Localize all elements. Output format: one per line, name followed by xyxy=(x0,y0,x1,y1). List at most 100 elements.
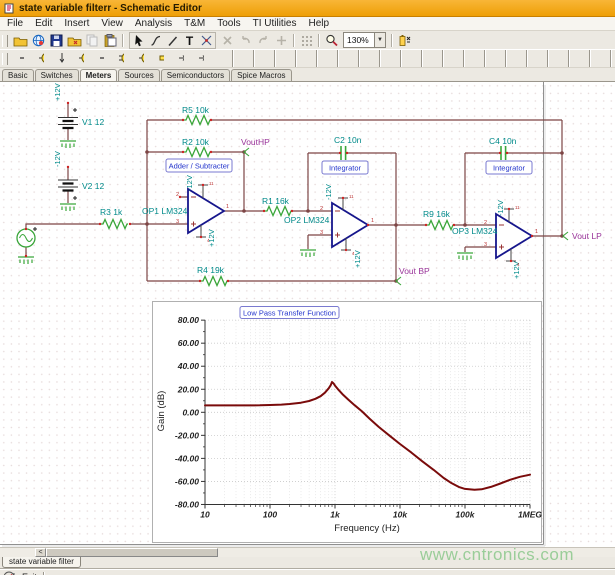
opamp-op1[interactable] xyxy=(188,185,224,237)
svg-text:40.00: 40.00 xyxy=(177,361,200,371)
grid-toggle-button[interactable] xyxy=(298,33,315,48)
menu-tm[interactable]: T&M xyxy=(184,18,205,29)
voltage-pin-icon xyxy=(18,51,24,65)
toolbar-separator xyxy=(122,34,124,47)
cross-wire-button[interactable] xyxy=(198,33,215,48)
resistor[interactable] xyxy=(200,277,228,286)
output-t-icon: T xyxy=(178,51,184,65)
zoom-level-select[interactable]: 130% ▼ xyxy=(343,32,386,48)
zoom-tool-button[interactable] xyxy=(323,33,340,48)
ohmmeter-icon xyxy=(138,51,144,65)
edit-tool-group: T xyxy=(129,32,216,49)
open-button[interactable] xyxy=(12,33,29,48)
text-icon: T xyxy=(183,34,196,47)
svg-text:1: 1 xyxy=(371,218,374,224)
connection-dots xyxy=(25,102,564,283)
svg-text:100: 100 xyxy=(263,509,277,519)
ohmmeter-button[interactable] xyxy=(131,50,151,66)
component-toolbar: T S xyxy=(0,49,615,67)
scrollbar-thumb[interactable] xyxy=(46,548,218,557)
tab-semiconductors[interactable]: Semiconductors xyxy=(161,69,230,81)
svg-text:3: 3 xyxy=(176,219,179,225)
tab-spice-macros[interactable]: Spice Macros xyxy=(231,69,291,81)
schematic-canvas[interactable]: V1 12 V2 12 R5 10k R2 10k R3 1k R1 16k R… xyxy=(0,81,615,547)
delete-icon xyxy=(221,34,234,47)
speaker-button[interactable] xyxy=(151,50,171,66)
scroll-left-button[interactable]: < xyxy=(35,548,46,557)
node-labels: VoutHP Vout BP Vout LP xyxy=(241,137,602,276)
sheet-tab-state-variable-filter[interactable]: state variable filter xyxy=(2,557,81,568)
resistor[interactable] xyxy=(100,220,128,229)
tab-sources[interactable]: Sources xyxy=(118,69,159,81)
menu-help[interactable]: Help xyxy=(309,18,330,29)
menu-edit[interactable]: Edit xyxy=(35,18,52,29)
wires[interactable] xyxy=(26,103,562,281)
menu-view[interactable]: View xyxy=(101,18,123,29)
cursor-tool-button[interactable] xyxy=(130,33,147,48)
output-t-button[interactable]: T xyxy=(171,50,191,66)
label-op3: OP3 LM324 xyxy=(452,226,498,236)
text-tool-button[interactable]: T xyxy=(181,33,198,48)
tab-basic[interactable]: Basic xyxy=(2,69,34,81)
power-rail-labels: +12V -12V -12V +12V -12V +12V -12V +12V xyxy=(53,83,521,279)
voltmeter-button[interactable] xyxy=(31,50,51,66)
tab-meters[interactable]: Meters xyxy=(80,69,118,81)
menu-file[interactable]: File xyxy=(7,18,23,29)
tab-switches[interactable]: Switches xyxy=(35,69,79,81)
label-r5: R5 10k xyxy=(182,105,210,115)
menu-insert[interactable]: Insert xyxy=(64,18,89,29)
voltage-source[interactable] xyxy=(17,227,37,264)
resistor[interactable] xyxy=(183,148,211,157)
svg-text:T: T xyxy=(186,34,194,47)
interactive-mode-button[interactable] xyxy=(396,33,413,48)
ground-symbol xyxy=(300,250,316,257)
title-bar: state variable filterr - Schematic Edito… xyxy=(0,0,615,17)
svg-text:-80.00: -80.00 xyxy=(175,499,199,509)
svg-text:10: 10 xyxy=(200,509,210,519)
import-button[interactable] xyxy=(66,33,83,48)
zoom-dropdown-button[interactable]: ▼ xyxy=(374,33,385,47)
ammeter-button[interactable] xyxy=(71,50,91,66)
copy-button[interactable] xyxy=(84,33,101,48)
chart-panel: -80.00-60.00-40.00-20.000.0020.0040.0060… xyxy=(153,302,543,543)
chart-title: Low Pass Transfer Function xyxy=(243,309,336,318)
integrator2-label: Integrator xyxy=(493,164,526,173)
menu-analysis[interactable]: Analysis xyxy=(135,18,172,29)
label-v1: V1 12 xyxy=(82,117,104,127)
plus-mark xyxy=(73,108,77,112)
web-open-button[interactable] xyxy=(30,33,47,48)
component-category-tabs: Basic Switches Meters Sources Semiconduc… xyxy=(0,67,615,81)
voltage-pin-button[interactable] xyxy=(11,50,31,66)
output-s-button[interactable]: S xyxy=(191,50,211,66)
svg-text:3: 3 xyxy=(484,242,487,248)
toolbar-grip[interactable] xyxy=(2,53,8,65)
undo-button[interactable] xyxy=(237,33,254,48)
resistor[interactable] xyxy=(183,116,211,125)
folder-arrow-icon xyxy=(67,34,82,47)
save-button[interactable] xyxy=(48,33,65,48)
opamp-op2[interactable] xyxy=(300,198,368,257)
add-button[interactable] xyxy=(273,33,290,48)
toolbar-separator xyxy=(293,34,295,47)
delete-button[interactable] xyxy=(219,33,236,48)
svg-text:10k: 10k xyxy=(393,509,408,519)
grid-icon xyxy=(300,34,313,47)
label-voutbp: Vout BP xyxy=(399,266,430,276)
toolbar-grip[interactable] xyxy=(2,35,8,47)
svg-text:60.00: 60.00 xyxy=(178,338,200,348)
menu-tools[interactable]: Tools xyxy=(217,18,240,29)
horizontal-scrollbar[interactable]: < xyxy=(0,547,615,557)
redo-button[interactable] xyxy=(255,33,272,48)
paste-button[interactable] xyxy=(102,33,119,48)
volt-ampere-button[interactable] xyxy=(51,50,71,66)
power-meter-button[interactable] xyxy=(111,50,131,66)
resistor[interactable] xyxy=(426,221,454,230)
passive-components[interactable] xyxy=(100,116,506,286)
pen-tool-button[interactable] xyxy=(164,33,181,48)
svg-text:-40.00: -40.00 xyxy=(175,453,199,463)
menu-ti-utilities[interactable]: TI Utilities xyxy=(253,18,297,29)
wire-tool-button[interactable] xyxy=(147,33,164,48)
ground-symbol xyxy=(60,204,76,211)
plus-mark xyxy=(73,196,77,200)
current-probe-button[interactable] xyxy=(91,50,111,66)
